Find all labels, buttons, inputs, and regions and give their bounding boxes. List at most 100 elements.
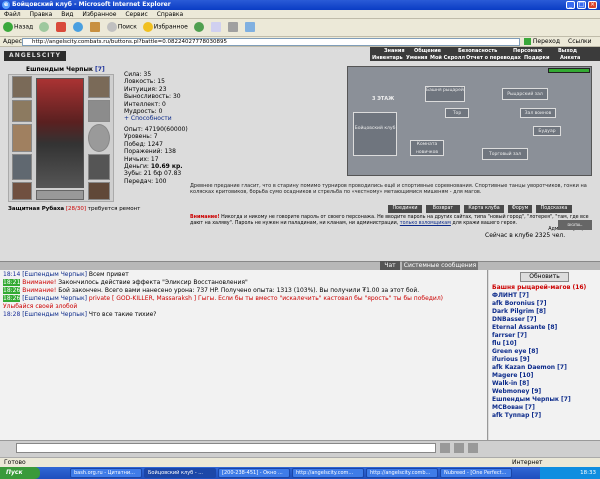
task-window[interactable]: [200-238-451] - Окно ... — [218, 468, 290, 478]
back-button[interactable]: Назад — [3, 22, 33, 32]
room-newbies[interactable]: Комната новичков — [410, 140, 444, 156]
task-angelscity-1[interactable]: http://angelscity.com... — [292, 468, 364, 478]
go-button[interactable]: Переход — [524, 38, 560, 45]
user-item[interactable]: DNBasser [7] — [492, 316, 597, 324]
home-button[interactable] — [89, 22, 101, 32]
helmet-slot[interactable] — [12, 76, 32, 98]
topmenu-character[interactable]: Персонаж — [513, 48, 542, 54]
topmenu-profile[interactable]: Анкета — [560, 55, 580, 61]
maximize-button[interactable]: □ — [577, 1, 586, 9]
room-trade-hall[interactable]: Торговый зал — [482, 148, 528, 160]
duels-button[interactable]: Поединки — [388, 205, 422, 213]
topmenu-gifts[interactable]: Подарки — [524, 55, 550, 61]
counter-badge[interactable]: DIGITAL-TRUSTRATED — [558, 220, 592, 230]
amulet-slot[interactable] — [12, 100, 32, 122]
user-item[interactable]: Walk-in [8] — [492, 380, 597, 388]
map-floor-label: 3 ЭТАЖ — [372, 96, 395, 102]
tab-system-messages[interactable]: Системные сообщения — [402, 261, 478, 270]
forward-button[interactable] — [39, 22, 50, 32]
armor-slot[interactable] — [12, 154, 32, 180]
minimize-button[interactable]: _ — [566, 1, 575, 9]
hp-bar — [548, 68, 590, 73]
room-fight-club[interactable]: Бойцовский клуб — [353, 112, 397, 156]
weapon-slot[interactable] — [12, 124, 32, 152]
user-item[interactable]: Dark Pilgrim [8] — [492, 308, 597, 316]
room-boudoir[interactable]: Будуар — [533, 126, 561, 136]
clear-button[interactable] — [468, 443, 478, 453]
user-item[interactable]: afk Туппар [7] — [492, 412, 597, 420]
user-item[interactable]: farrser [7] — [492, 332, 597, 340]
shield-slot[interactable] — [88, 124, 110, 152]
start-button[interactable]: Пуск — [0, 467, 40, 479]
topmenu-skills[interactable]: Умения — [406, 55, 428, 61]
belt-slot[interactable] — [12, 182, 32, 200]
user-item[interactable]: ifurious [9] — [492, 356, 597, 364]
search-button[interactable]: Поиск — [106, 22, 137, 32]
user-item[interactable]: Magere [10] — [492, 372, 597, 380]
topmenu-transfers[interactable]: Отчет о переводах — [466, 55, 521, 61]
task-nubreed[interactable]: Nubreed - [One Perfect... — [440, 468, 512, 478]
character-name[interactable]: Ешпендым Черпык [7] — [26, 66, 105, 73]
room-tor[interactable]: Тор — [445, 108, 469, 118]
user-item[interactable]: afk Kazan Daemon [7] — [492, 364, 597, 372]
hint-button[interactable]: Подсказка — [536, 205, 572, 213]
edit-button[interactable] — [244, 22, 256, 32]
favorites-button[interactable]: Избранное — [142, 22, 188, 32]
task-bash[interactable]: bash.org.ru - Цитатни... — [70, 468, 142, 478]
user-item[interactable]: Eternal Assante [8] — [492, 324, 597, 332]
user-item[interactable]: afk Boronius [7] — [492, 300, 597, 308]
tab-chat[interactable]: Чат — [380, 261, 400, 270]
menu-tools[interactable]: Сервис — [125, 11, 147, 18]
topmenu-exit[interactable]: Выход — [558, 48, 577, 54]
leggings-slot[interactable] — [88, 154, 110, 180]
taskbar: Пуск bash.org.ru - Цитатни... Бойцовский… — [0, 467, 600, 479]
character-doll[interactable] — [36, 78, 84, 188]
topmenu-security[interactable]: Безопасность — [458, 48, 497, 54]
close-button[interactable]: × — [588, 1, 597, 9]
links-button[interactable]: Ссылки — [568, 38, 592, 45]
system-tray-clock[interactable]: 18:33 — [540, 467, 600, 479]
menu-edit[interactable]: Правка — [30, 11, 53, 18]
refresh-button[interactable] — [72, 22, 84, 32]
earrings-slot[interactable] — [88, 76, 110, 98]
user-item[interactable]: MCBован [7] — [492, 404, 597, 412]
topmenu-knowledge[interactable]: Знания — [384, 48, 405, 54]
history-button[interactable] — [193, 22, 205, 32]
gloves-slot[interactable] — [88, 100, 110, 122]
stop-button[interactable] — [56, 22, 67, 32]
send-button[interactable] — [440, 443, 450, 453]
menu-help[interactable]: Справка — [157, 11, 183, 18]
stat-intellect: Интеллект: 0 — [124, 100, 166, 108]
menu-view[interactable]: Вид — [61, 11, 73, 18]
abilities-link[interactable]: + Способности — [124, 115, 181, 122]
location-title: Башня рыцарей-магов (16) — [492, 284, 587, 291]
menu-file[interactable]: Файл — [4, 11, 21, 18]
room-knights-hall[interactable]: Рыцарский зал — [502, 88, 548, 100]
topmenu-communication[interactable]: Общение — [414, 48, 441, 54]
task-fightclub[interactable]: Бойцовский клуб - ... — [144, 468, 216, 478]
address-input[interactable]: http://angelscity.combats.ru/buttons.pl?… — [22, 38, 520, 46]
refresh-users-button[interactable]: Обновить — [520, 272, 569, 282]
forum-button[interactable]: Форум — [508, 205, 532, 213]
room-mage-tower[interactable]: Башня рыцарей-магов — [425, 86, 465, 102]
menu-favorites[interactable]: Избранное — [82, 11, 116, 18]
user-item[interactable]: ФЛИНТ [7] — [492, 292, 597, 300]
smiles-button[interactable] — [454, 443, 464, 453]
return-button[interactable]: Возврат — [426, 205, 460, 213]
room-warriors-hall[interactable]: Зал воинов — [520, 108, 556, 118]
user-item[interactable]: Webmoney [9] — [492, 388, 597, 396]
club-map-button[interactable]: Карта клуба — [464, 205, 504, 213]
topmenu-scroll[interactable]: Мой Скролл — [430, 55, 465, 61]
thieves-link[interactable]: только взломщикам — [400, 221, 451, 226]
user-item[interactable]: Green eye [8] — [492, 348, 597, 356]
user-item[interactable]: flu [10] — [492, 340, 597, 348]
rings-slot[interactable] — [36, 190, 84, 200]
site-top-menu: Знания Общение Безопасность Персонаж Вых… — [370, 47, 600, 61]
mail-button[interactable] — [210, 22, 222, 32]
user-item[interactable]: Ешпендым Черпык [7] — [492, 396, 597, 404]
task-angelscity-2[interactable]: http://angelscity.comb... — [366, 468, 438, 478]
boots-slot[interactable] — [88, 182, 110, 200]
topmenu-inventory[interactable]: Инвентарь — [372, 55, 403, 61]
print-button[interactable] — [227, 22, 239, 32]
chat-input[interactable] — [16, 443, 436, 453]
